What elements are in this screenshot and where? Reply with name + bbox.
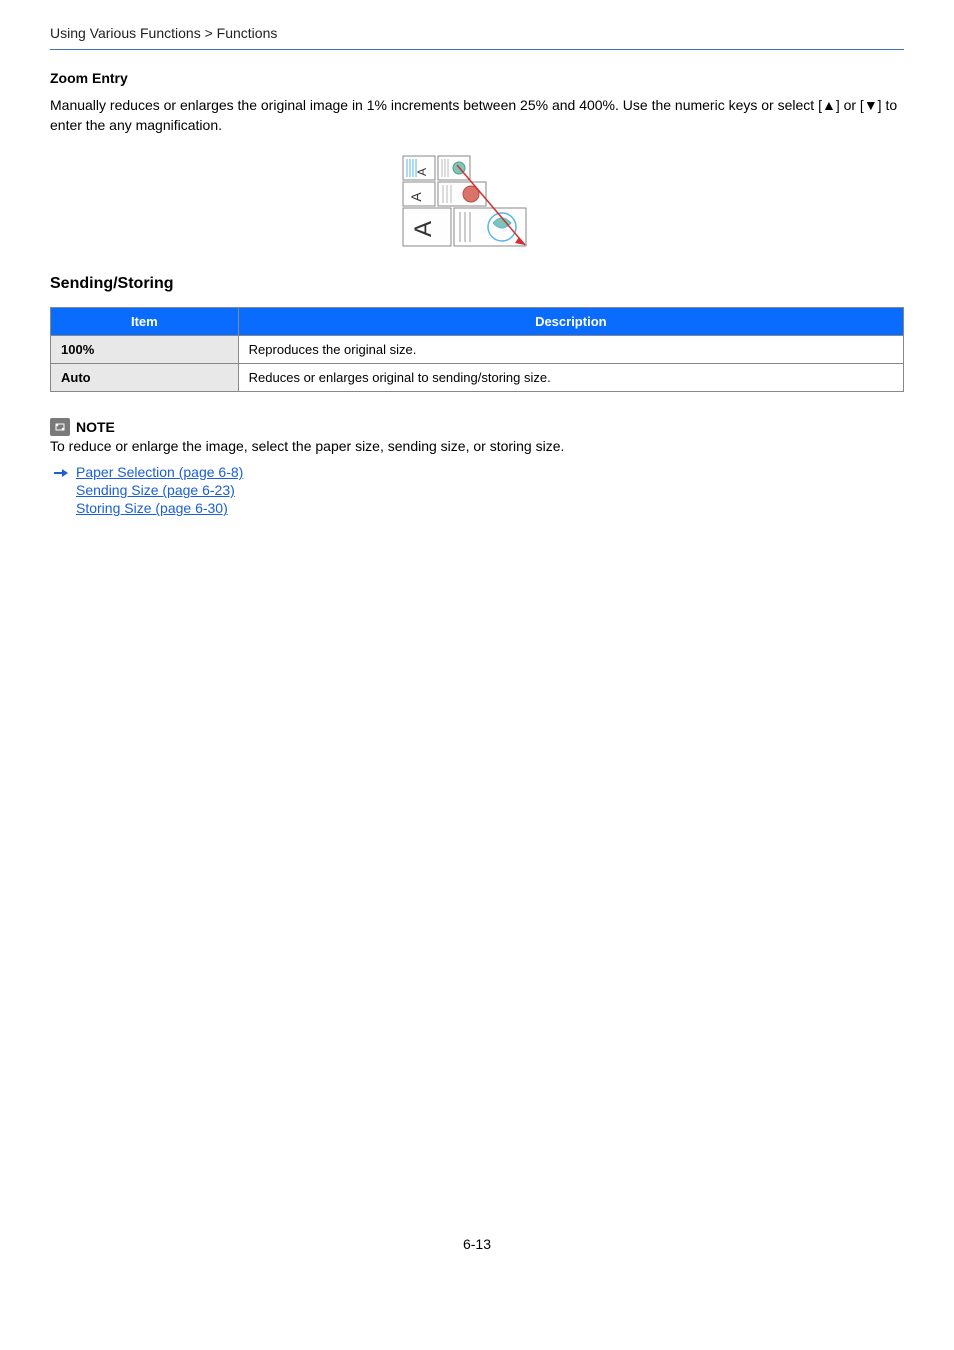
arrow-right-icon [54, 466, 68, 482]
link-paper-selection[interactable]: Paper Selection (page 6-8) [76, 464, 243, 480]
link-storing-size[interactable]: Storing Size (page 6-30) [76, 500, 243, 516]
th-item: Item [51, 308, 239, 336]
page-number: 6-13 [50, 1236, 904, 1252]
zoom-diagram: A A A [397, 151, 557, 251]
divider [50, 49, 904, 50]
svg-text:A: A [408, 192, 424, 202]
note-label: NOTE [76, 419, 115, 435]
svg-text:A: A [415, 168, 429, 176]
svg-text:A: A [410, 221, 437, 237]
sending-storing-title: Sending/Storing [50, 275, 904, 293]
cell-desc: Reproduces the original size. [238, 336, 903, 364]
breadcrumb: Using Various Functions > Functions [50, 25, 904, 49]
table-row: 100% Reproduces the original size. [51, 336, 904, 364]
sending-storing-table: Item Description 100% Reproduces the ori… [50, 307, 904, 392]
note-icon [50, 418, 70, 436]
cell-item: Auto [51, 364, 239, 392]
note-text: To reduce or enlarge the image, select t… [50, 438, 904, 454]
cell-item: 100% [51, 336, 239, 364]
cell-desc: Reduces or enlarges original to sending/… [238, 364, 903, 392]
zoom-entry-paragraph: Manually reduces or enlarges the origina… [50, 96, 904, 135]
link-sending-size[interactable]: Sending Size (page 6-23) [76, 482, 243, 498]
table-row: Auto Reduces or enlarges original to sen… [51, 364, 904, 392]
zoom-entry-title: Zoom Entry [50, 70, 904, 86]
th-description: Description [238, 308, 903, 336]
